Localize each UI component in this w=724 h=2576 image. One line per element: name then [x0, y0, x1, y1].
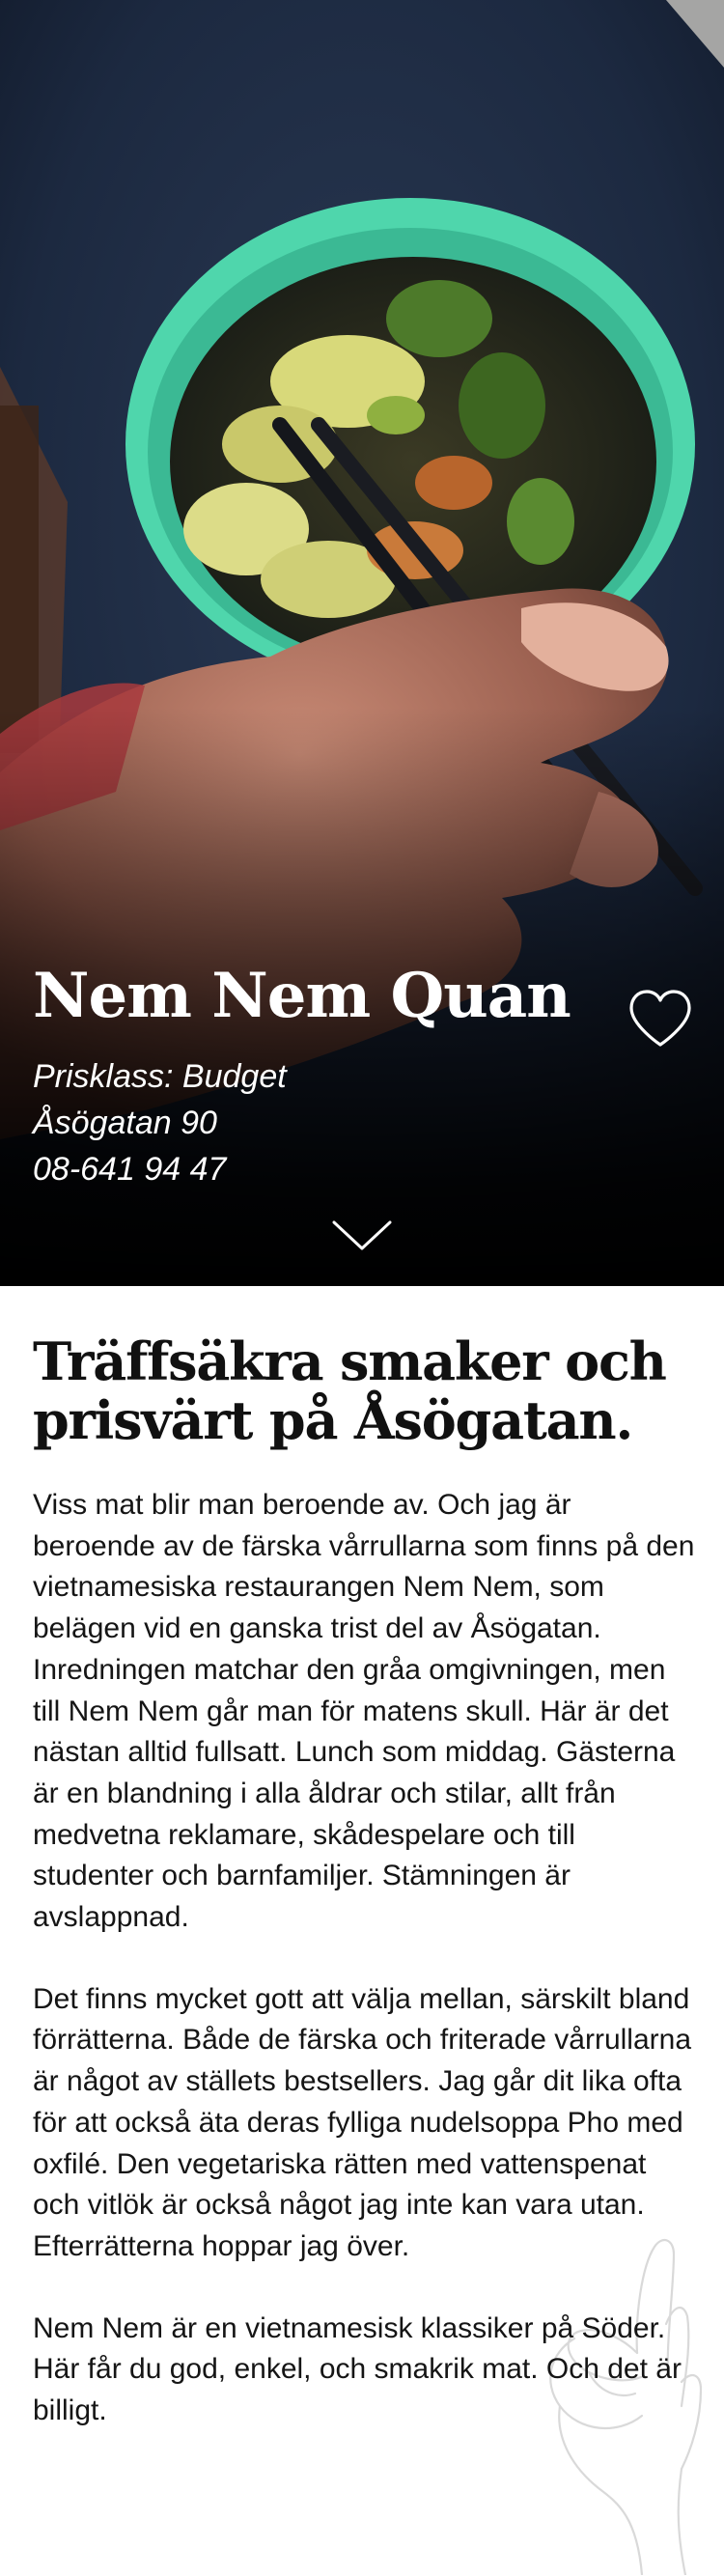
- heart-outline-icon: [629, 990, 691, 1047]
- review-paragraph: Det finns mycket gott att välja mellan, …: [33, 1982, 692, 2262]
- restaurant-name: Nem Nem Quan: [33, 960, 571, 1032]
- review-paragraph: Nem Nem är en vietnamesisk klassiker på …: [33, 2311, 682, 2427]
- review-article: Träffsäkra smaker och prisvärt på Åsögat…: [0, 1286, 724, 2576]
- price-class: Prisklass: Budget: [33, 1058, 287, 1095]
- review-body: Viss mat blir man beroende av. Och jag ä…: [33, 1485, 699, 2473]
- address[interactable]: Åsögatan 90: [33, 1106, 217, 1139]
- phone-number[interactable]: 08-641 94 47: [33, 1153, 226, 1186]
- review-headline: Träffsäkra smaker och prisvärt på Åsögat…: [33, 1330, 667, 1451]
- scroll-down-button[interactable]: [331, 1218, 393, 1253]
- review-paragraph: Viss mat blir man beroende av. Och jag ä…: [33, 1489, 695, 1934]
- favorite-button[interactable]: [626, 985, 695, 1054]
- chevron-down-icon: [332, 1220, 392, 1250]
- hero-section: Nem Nem Quan Prisklass: Budget Åsögatan …: [0, 0, 724, 1286]
